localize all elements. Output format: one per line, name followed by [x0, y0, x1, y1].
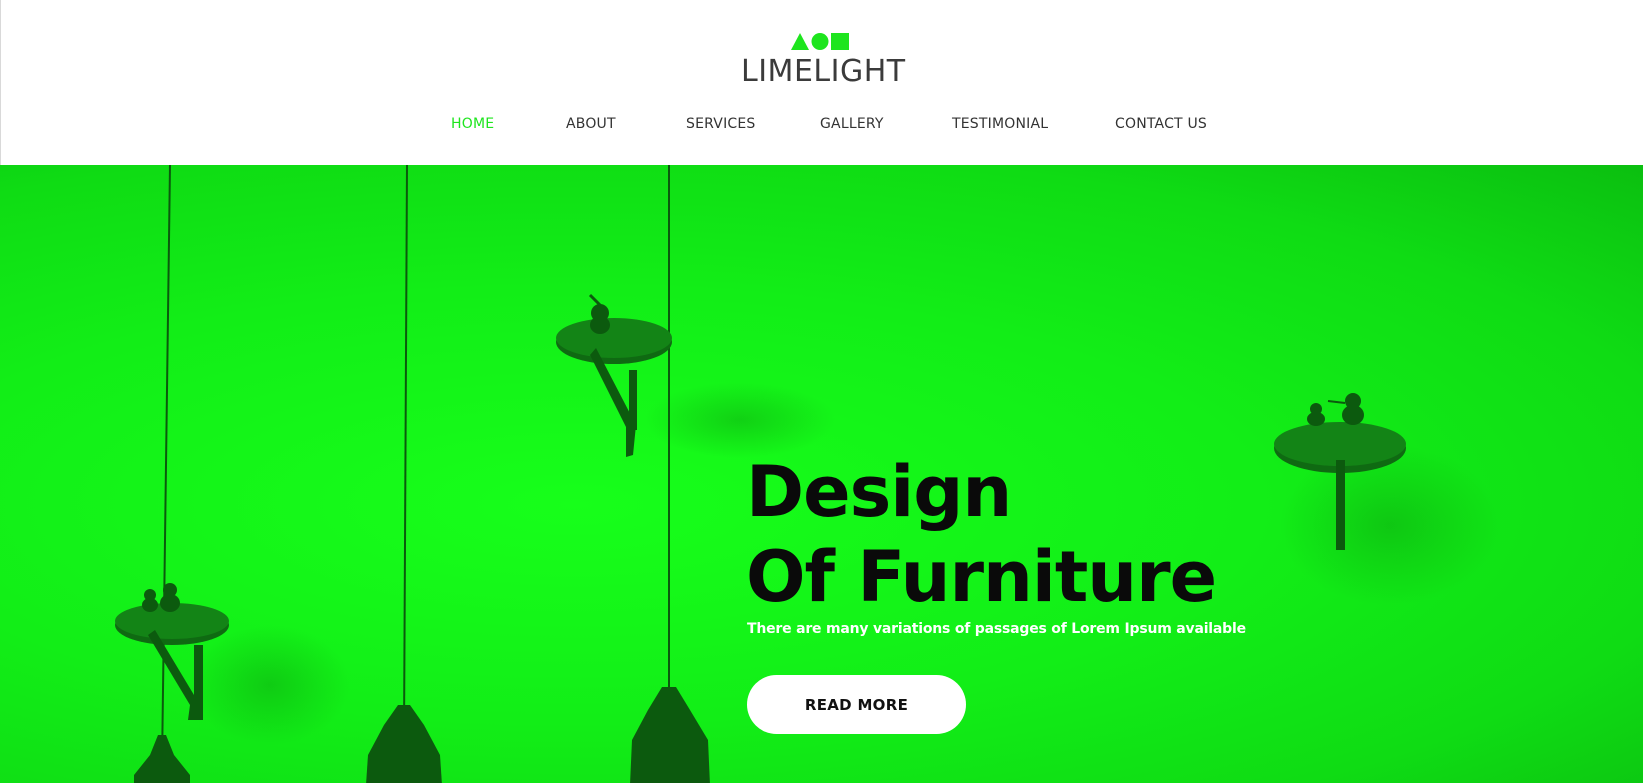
nav-item-testimonial[interactable]: TESTIMONIAL: [952, 113, 1048, 135]
nav-item-about[interactable]: ABOUT: [566, 113, 616, 135]
brand-name: LIMELIGHT: [741, 54, 906, 89]
nav-item-services[interactable]: SERVICES: [686, 113, 756, 135]
hero-subtitle: There are many variations of passages of…: [747, 621, 1246, 637]
hero-title: Design Of Furniture: [746, 450, 1306, 620]
logo-link[interactable]: LIMELIGHT: [741, 32, 906, 90]
hero-title-line-1: Design: [746, 451, 1012, 533]
read-more-button[interactable]: READ MORE: [747, 675, 966, 734]
nav-item-contact-us[interactable]: CONTACT US: [1115, 113, 1207, 135]
main-nav: HOME ABOUT SERVICES GALLERY TESTIMONIAL …: [1, 113, 1643, 135]
nav-item-home[interactable]: HOME: [451, 113, 494, 135]
hero-section: Design Of Furniture There are many varia…: [0, 165, 1643, 783]
nav-item-gallery[interactable]: GALLERY: [820, 113, 884, 135]
site-header: LIMELIGHT HOME ABOUT SERVICES GALLERY TE…: [0, 0, 1643, 165]
hero-title-line-2: Of Furniture: [746, 536, 1217, 618]
triangle-circle-square-logo-icon: [791, 33, 849, 50]
